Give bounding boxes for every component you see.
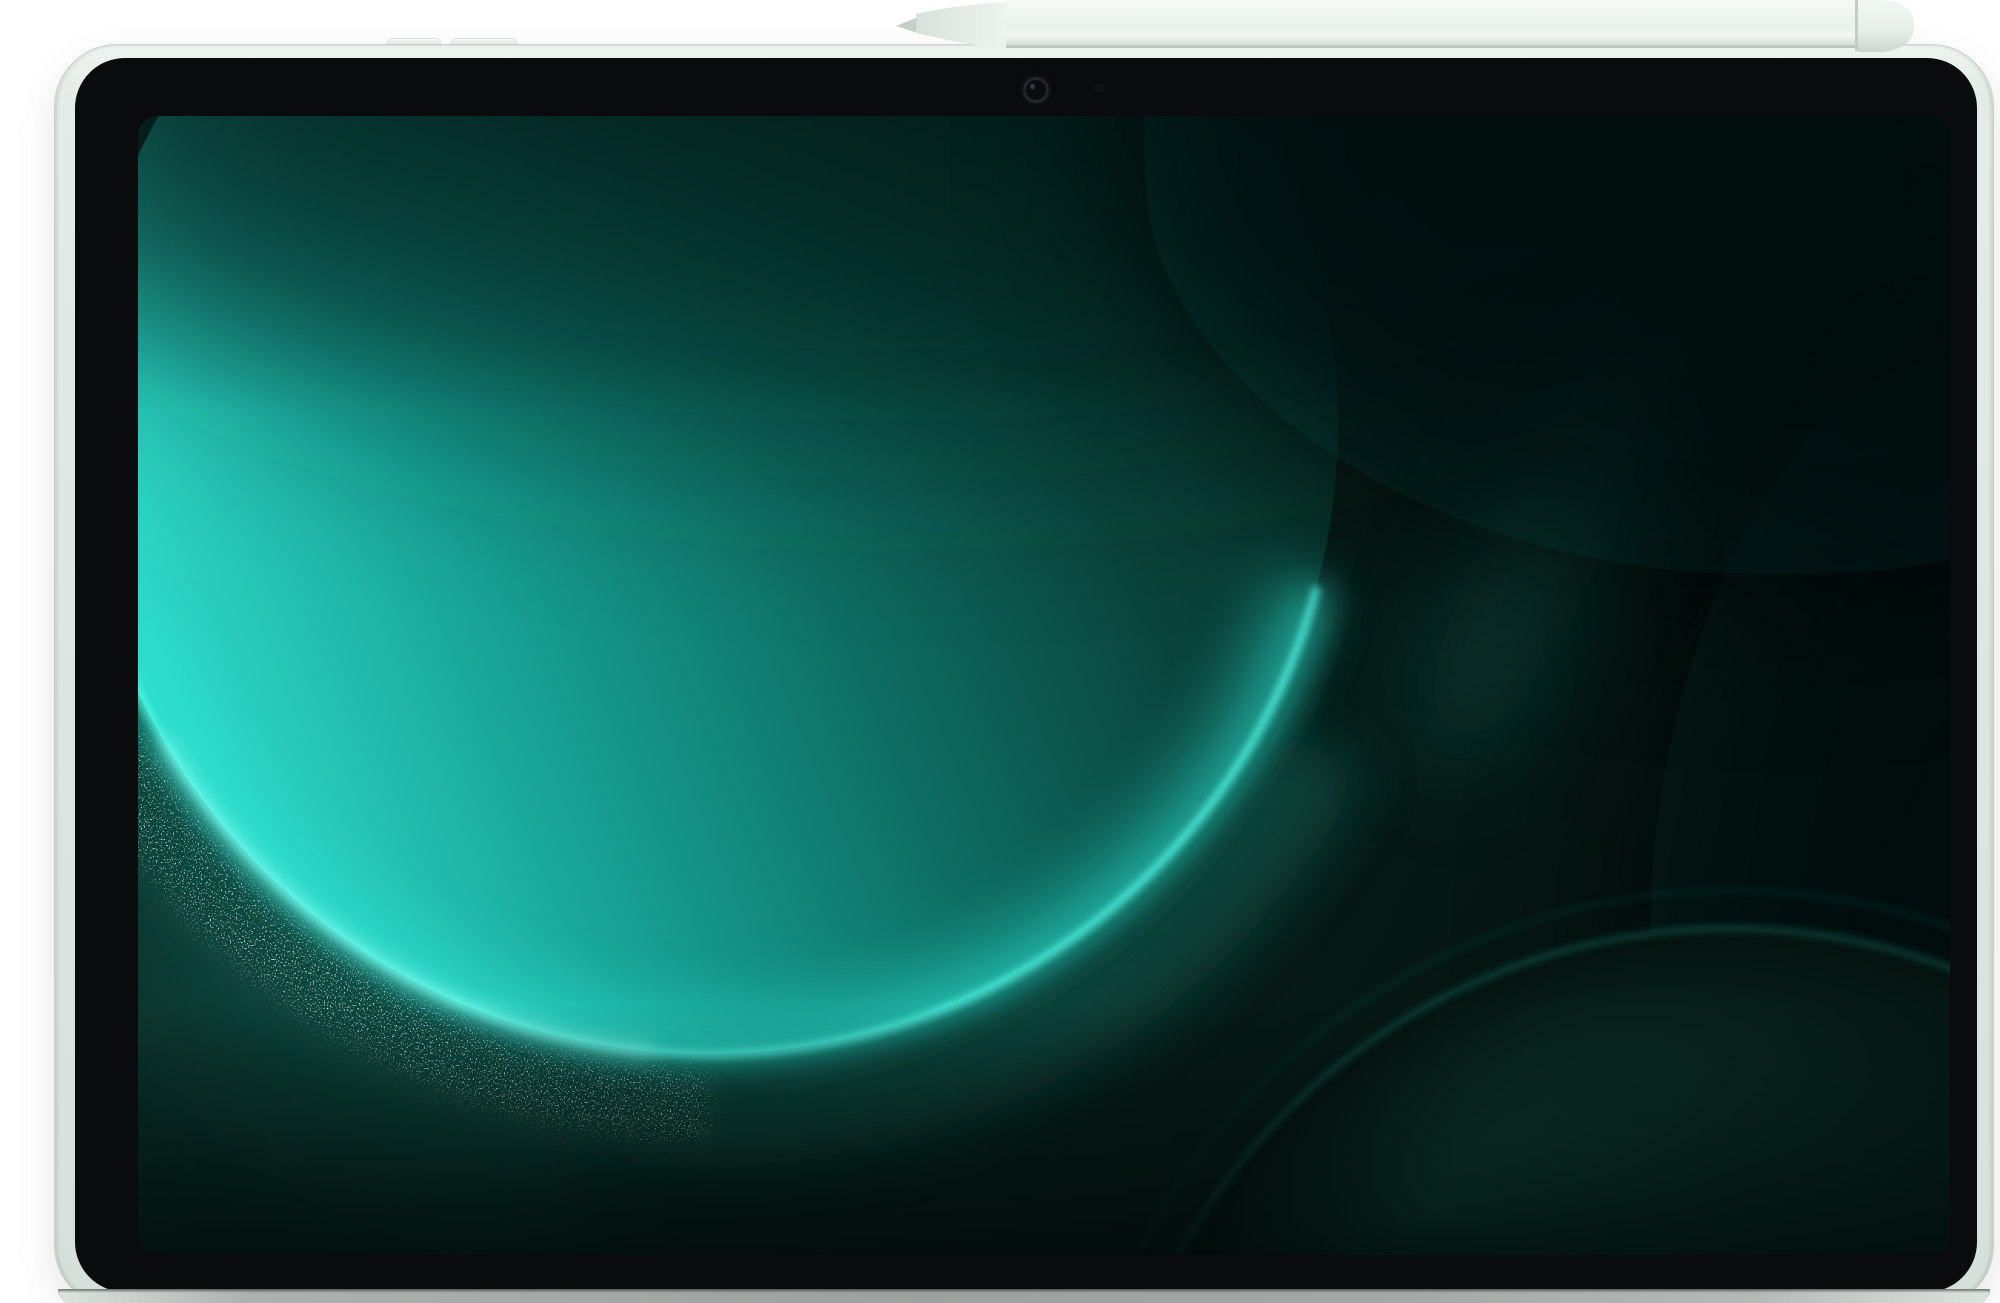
pen-cap-seam	[1855, 0, 1858, 51]
pen-body	[1006, 0, 1858, 48]
tablet-device	[55, 45, 1993, 1303]
pen-body-shadow	[1006, 45, 1858, 48]
s-pen-graphic	[876, 0, 1918, 54]
camera-glint	[1030, 84, 1035, 89]
tablet-bottom-edge	[58, 1289, 1990, 1303]
pen-cone	[916, 2, 1008, 50]
pen-tip	[896, 17, 918, 33]
bottom-vignette	[138, 116, 1950, 1255]
ambient-sensor	[1093, 83, 1103, 93]
tablet-screen	[138, 116, 1950, 1255]
front-camera-icon	[1026, 80, 1046, 100]
s-pen-stylus	[876, 0, 1918, 54]
wallpaper	[138, 116, 1950, 1255]
product-photo-stage	[0, 0, 2000, 1303]
tablet-bezel	[75, 58, 1977, 1292]
pen-cap	[1858, 0, 1914, 52]
